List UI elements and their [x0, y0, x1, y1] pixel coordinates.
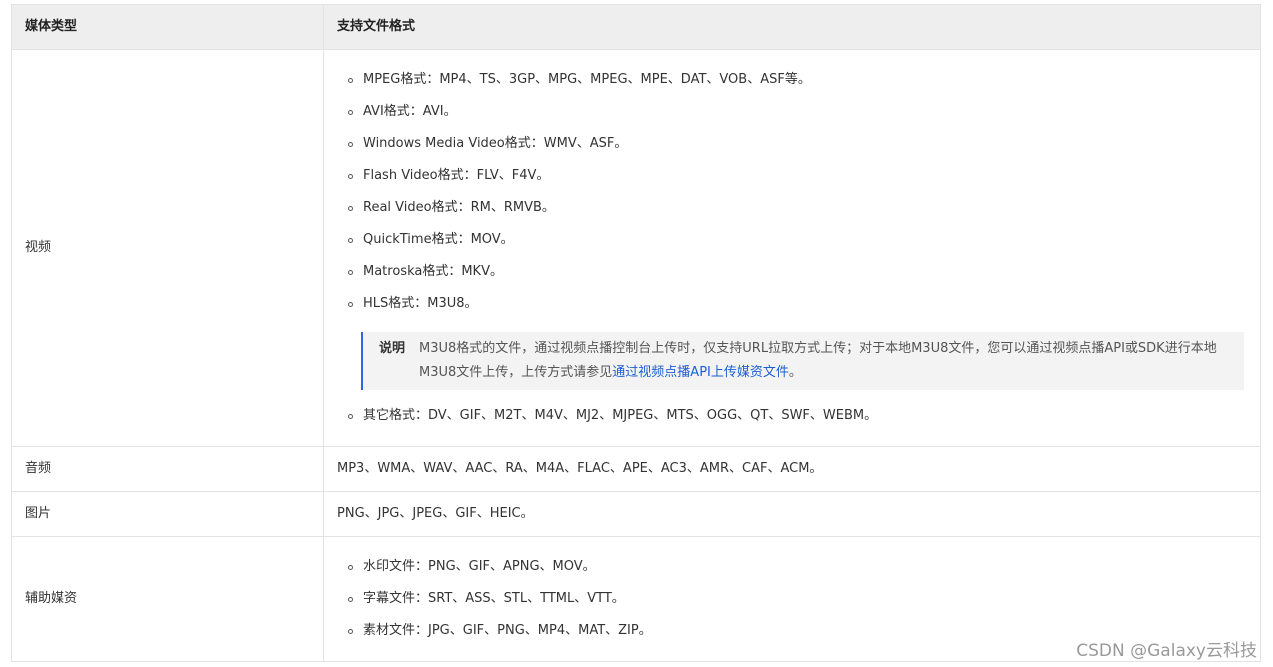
- video-format-list: MPEG格式：MP4、TS、3GP、MPG、MPEG、MPE、DAT、VOB、A…: [337, 64, 1247, 320]
- list-item: 其它格式：DV、GIF、M2T、M4V、MJ2、MJPEG、MTS、OGG、QT…: [348, 400, 1247, 432]
- formats-cell: MPEG格式：MP4、TS、3GP、MPG、MPEG、MPE、DAT、VOB、A…: [323, 49, 1261, 447]
- list-item: MPEG格式：MP4、TS、3GP、MPG、MPEG、MPE、DAT、VOB、A…: [348, 64, 1247, 96]
- bullet-icon: [348, 565, 353, 570]
- media-type-cell: 视频: [11, 49, 324, 447]
- list-item: 水印文件：PNG、GIF、APNG、MOV。: [348, 551, 1247, 583]
- formats-cell: PNG、JPG、JPEG、GIF、HEIC。: [323, 491, 1261, 537]
- header-media-type: 媒体类型: [11, 4, 324, 50]
- header-supported-formats: 支持文件格式: [323, 4, 1261, 50]
- bullet-icon: [348, 78, 353, 83]
- table-row-video: 视频 MPEG格式：MP4、TS、3GP、MPG、MPEG、MPE、DAT、VO…: [11, 49, 1261, 447]
- bullet-icon: [348, 238, 353, 243]
- aux-format-list: 水印文件：PNG、GIF、APNG、MOV。 字幕文件：SRT、ASS、STL、…: [337, 551, 1247, 647]
- media-type-cell: 辅助媒资: [11, 536, 324, 662]
- watermark: CSDN @Galaxy云科技: [1076, 641, 1257, 661]
- list-item: Matroska格式：MKV。: [348, 256, 1247, 288]
- media-format-table: 媒体类型 支持文件格式 视频 MPEG格式：MP4、TS、3GP、MPG、MPE…: [11, 4, 1261, 662]
- media-type-cell: 音频: [11, 446, 324, 492]
- upload-api-link[interactable]: 通过视频点播API上传媒资文件: [612, 365, 789, 380]
- video-format-list-other: 其它格式：DV、GIF、M2T、M4V、MJ2、MJPEG、MTS、OGG、QT…: [337, 400, 1247, 432]
- bullet-icon: [348, 174, 353, 179]
- bullet-icon: [348, 142, 353, 147]
- table-row-image: 图片 PNG、JPG、JPEG、GIF、HEIC。: [11, 491, 1261, 537]
- formats-cell: MP3、WMA、WAV、AAC、RA、M4A、FLAC、APE、AC3、AMR、…: [323, 446, 1261, 492]
- bullet-icon: [348, 414, 353, 419]
- list-item: Real Video格式：RM、RMVB。: [348, 192, 1247, 224]
- note-callout: 说明 M3U8格式的文件，通过视频点播控制台上传时，仅支持URL拉取方式上传；对…: [361, 332, 1244, 390]
- list-item: Flash Video格式：FLV、F4V。: [348, 160, 1247, 192]
- note-suffix: 。: [788, 365, 802, 380]
- note-body: M3U8格式的文件，通过视频点播控制台上传时，仅支持URL拉取方式上传；对于本地…: [419, 337, 1224, 385]
- list-item: 字幕文件：SRT、ASS、STL、TTML、VTT。: [348, 583, 1247, 615]
- list-item: HLS格式：M3U8。: [348, 288, 1247, 320]
- list-item: Windows Media Video格式：WMV、ASF。: [348, 128, 1247, 160]
- note-label: 说明: [379, 341, 406, 356]
- bullet-icon: [348, 110, 353, 115]
- table-header-row: 媒体类型 支持文件格式: [11, 4, 1261, 50]
- list-item: QuickTime格式：MOV。: [348, 224, 1247, 256]
- table-row-audio: 音频 MP3、WMA、WAV、AAC、RA、M4A、FLAC、APE、AC3、A…: [11, 446, 1261, 492]
- bullet-icon: [348, 302, 353, 307]
- media-type-cell: 图片: [11, 491, 324, 537]
- bullet-icon: [348, 270, 353, 275]
- note-text: M3U8格式的文件，通过视频点播控制台上传时，仅支持URL拉取方式上传；对于本地…: [419, 341, 1217, 380]
- bullet-icon: [348, 597, 353, 602]
- bullet-icon: [348, 629, 353, 634]
- bullet-icon: [348, 206, 353, 211]
- list-item: AVI格式：AVI。: [348, 96, 1247, 128]
- table-row-aux: 辅助媒资 水印文件：PNG、GIF、APNG、MOV。 字幕文件：SRT、ASS…: [11, 536, 1261, 662]
